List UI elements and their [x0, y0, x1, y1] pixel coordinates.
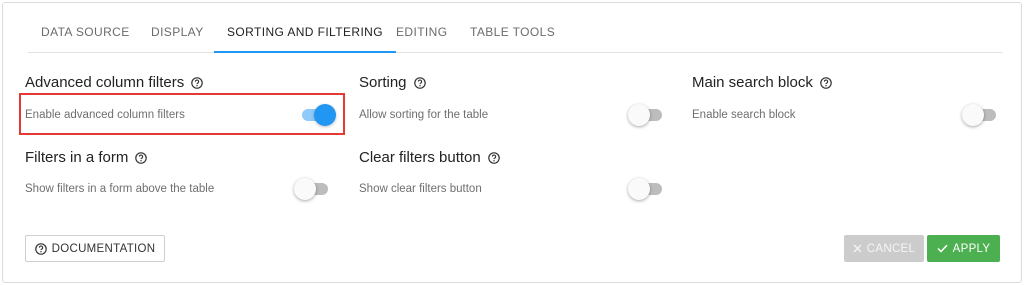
clear-filters-title: Clear filters button — [359, 149, 500, 166]
tab-editing[interactable]: EDITING — [383, 3, 460, 53]
tab-bar: DATA SOURCE DISPLAY SORTING AND FILTERIN… — [28, 3, 1003, 53]
cancel-button[interactable]: CANCEL — [844, 235, 924, 262]
apply-label: APPLY — [952, 242, 991, 255]
main-search-title-text: Main search block — [692, 74, 813, 91]
filters-form-title-text: Filters in a form — [25, 149, 129, 166]
toggle-knob — [628, 104, 650, 126]
main-search-toggle[interactable] — [962, 104, 1000, 126]
filters-form-description: Show filters in a form above the table — [25, 183, 215, 195]
clear-filters-toggle[interactable] — [628, 178, 666, 200]
tab-table-tools[interactable]: TABLE TOOLS — [457, 3, 568, 53]
close-icon — [853, 244, 862, 253]
highlight-box — [19, 93, 345, 135]
tab-display[interactable]: DISPLAY — [138, 3, 217, 53]
main-search-title: Main search block — [692, 74, 832, 91]
main-search-description: Enable search block — [692, 109, 796, 121]
sorting-toggle[interactable] — [628, 104, 666, 126]
toggle-knob — [962, 104, 984, 126]
documentation-label: DOCUMENTATION — [51, 242, 156, 255]
toggle-knob — [628, 178, 650, 200]
sorting-title: Sorting — [359, 74, 426, 91]
apply-button[interactable]: APPLY — [927, 235, 1000, 262]
question-circle-icon — [34, 242, 47, 255]
cancel-label: CANCEL — [866, 242, 916, 255]
toggle-knob — [294, 178, 316, 200]
sorting-description: Allow sorting for the table — [359, 109, 489, 121]
documentation-button[interactable]: DOCUMENTATION — [25, 235, 165, 262]
sorting-title-text: Sorting — [359, 74, 407, 91]
check-icon — [937, 244, 948, 253]
filters-form-title: Filters in a form — [25, 149, 148, 166]
help-icon[interactable] — [191, 76, 204, 89]
help-icon[interactable] — [820, 76, 832, 89]
help-icon[interactable] — [413, 76, 426, 89]
clear-filters-title-text: Clear filters button — [359, 149, 481, 166]
advanced-filters-title: Advanced column filters — [25, 74, 204, 91]
advanced-filters-title-text: Advanced column filters — [25, 74, 185, 91]
tab-data-source[interactable]: DATA SOURCE — [28, 3, 143, 53]
help-icon[interactable] — [135, 151, 148, 164]
filters-form-toggle[interactable] — [294, 178, 332, 200]
help-icon[interactable] — [487, 151, 500, 164]
clear-filters-description: Show clear filters button — [359, 183, 482, 195]
tab-sorting-and-filtering[interactable]: SORTING AND FILTERING — [214, 3, 396, 53]
